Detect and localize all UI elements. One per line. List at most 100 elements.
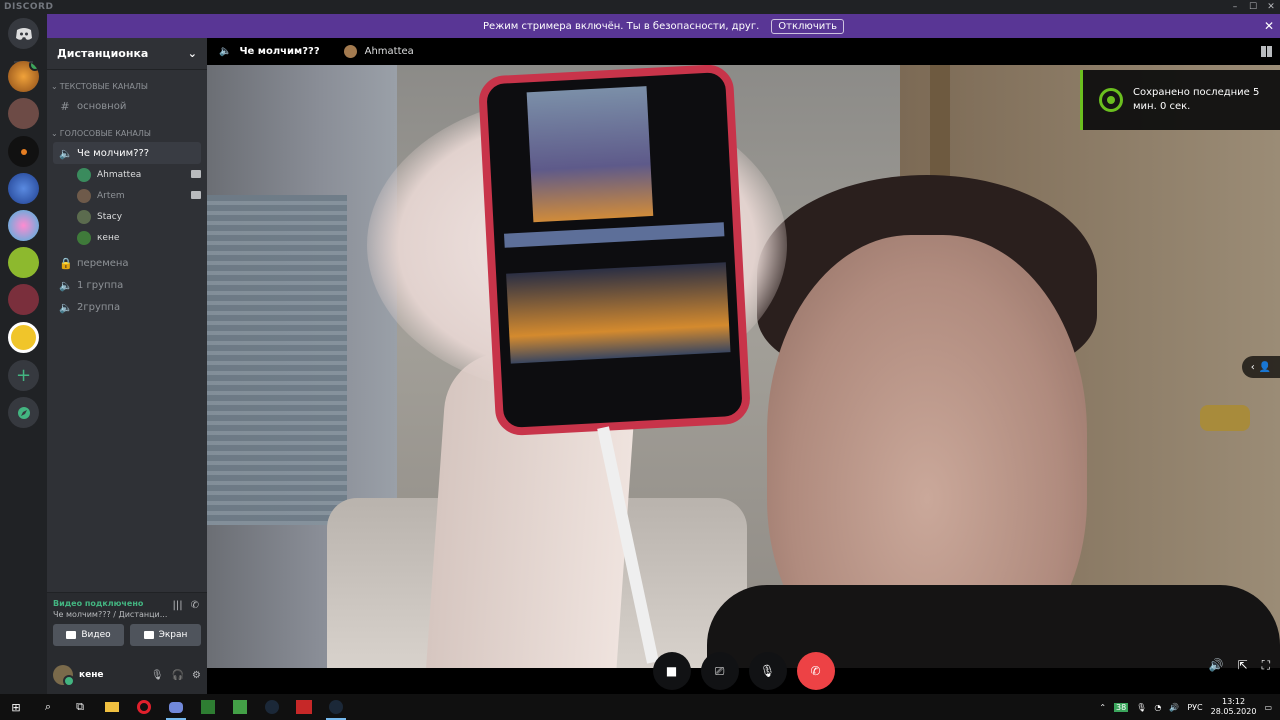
- voice-member[interactable]: Stacy: [77, 206, 201, 227]
- user-panel: кене 🎙 🎧 ⚙: [47, 656, 207, 694]
- banner-close-icon[interactable]: ✕: [1264, 19, 1274, 33]
- video-button[interactable]: Видео: [53, 624, 124, 646]
- avatar: [343, 45, 357, 58]
- video-view-controls: 🔊 ⇱ ⛶: [1209, 658, 1270, 673]
- avatar: [77, 230, 91, 245]
- hang-up-icon: ✆: [810, 664, 821, 678]
- member-name: Ahmattea: [97, 169, 142, 180]
- voice-channels-category[interactable]: ⌄ ГОЛОСОВЫЕ КАНАЛЫ: [51, 129, 207, 138]
- camera-toggle-button[interactable]: ■: [652, 652, 691, 690]
- button-label: Видео: [81, 630, 111, 640]
- close-icon[interactable]: ✕: [1262, 0, 1280, 14]
- soundboard-icon[interactable]: |||: [173, 600, 183, 611]
- home-discord-icon[interactable]: [8, 18, 39, 49]
- gear-icon[interactable]: ⚙: [192, 670, 201, 681]
- headphones-icon[interactable]: 🎧: [172, 670, 184, 681]
- minimize-icon[interactable]: –: [1226, 0, 1244, 14]
- phone-screen-content: [506, 262, 731, 364]
- channel-voice-group2[interactable]: 🔈 2группа: [53, 296, 201, 318]
- video-feed: [207, 65, 1280, 668]
- text-channels-category[interactable]: ⌄ ТЕКСТОВЫЕ КАНАЛЫ: [51, 82, 207, 91]
- steam-icon-2[interactable]: [320, 694, 352, 720]
- channel-label: Че молчим???: [77, 147, 150, 159]
- volume-icon[interactable]: 🔊: [1169, 703, 1179, 712]
- volume-icon[interactable]: 🔊: [1209, 658, 1224, 673]
- hash-icon: #: [60, 99, 70, 113]
- wifi-icon[interactable]: ◔: [1154, 703, 1161, 712]
- connection-channel[interactable]: Че молчим??? / Дистанци...: [53, 610, 201, 619]
- channel-voice-group1[interactable]: 🔈 1 группа: [53, 274, 201, 296]
- voice-member[interactable]: Artem: [77, 185, 201, 206]
- chevron-up-icon[interactable]: ⌃: [1099, 703, 1106, 712]
- server-icon-6[interactable]: [8, 247, 39, 278]
- channel-label: перемена: [77, 257, 129, 269]
- channel-locked[interactable]: 🔒 перемена: [53, 252, 201, 274]
- member-list-toggle[interactable]: ‹ 👤: [1242, 356, 1280, 378]
- server-icon-2[interactable]: [8, 98, 39, 129]
- voice-member[interactable]: кене: [77, 227, 201, 248]
- lock-icon: 🔒: [59, 256, 73, 270]
- avatar[interactable]: [53, 665, 75, 687]
- server-icon-1[interactable]: [8, 61, 39, 92]
- disconnect-icon[interactable]: ✆: [191, 600, 199, 611]
- notifications-icon[interactable]: ▭: [1264, 703, 1272, 712]
- server-icon-8[interactable]: [8, 322, 39, 353]
- app-icon-green-box[interactable]: [224, 694, 256, 720]
- notification-text: Сохранено последние 5 мин. 0 сек.: [1133, 87, 1260, 112]
- avatar: [77, 188, 91, 203]
- server-icon-5[interactable]: [8, 210, 39, 241]
- button-label: Экран: [158, 630, 188, 640]
- date: 28.05.2020: [1210, 707, 1257, 716]
- video-header: 🔈 Че молчим??? Ahmattea: [207, 38, 1280, 65]
- server-icon-4[interactable]: [8, 173, 39, 204]
- category-label: ТЕКСТОВЫЕ КАНАЛЫ: [59, 82, 148, 91]
- explore-compass-icon[interactable]: [8, 397, 39, 428]
- disconnect-button[interactable]: ✆: [796, 652, 835, 690]
- maximize-icon[interactable]: ☐: [1244, 0, 1262, 14]
- steam-icon[interactable]: [256, 694, 288, 720]
- pop-out-icon[interactable]: ⇱: [1238, 658, 1248, 673]
- channel-label: 2группа: [77, 301, 121, 313]
- add-server-icon[interactable]: +: [8, 360, 39, 391]
- file-explorer-icon[interactable]: [96, 694, 128, 720]
- phone: [477, 65, 752, 437]
- voice-channel-title: Че молчим???: [239, 46, 320, 57]
- channel-voice-active[interactable]: 🔈 Че молчим???: [53, 142, 201, 164]
- discord-taskbar-icon[interactable]: [160, 694, 192, 720]
- clock[interactable]: 13:12 28.05.2020: [1211, 697, 1257, 717]
- speaker-icon: 🔈: [59, 146, 73, 160]
- grid-layout-icon[interactable]: [1261, 46, 1272, 57]
- mute-button[interactable]: 🎙: [748, 652, 787, 690]
- channel-text-main[interactable]: # основной: [53, 95, 201, 117]
- camera-icon: [191, 191, 201, 199]
- task-view-icon[interactable]: ⧉: [64, 694, 96, 720]
- user-controls: 🎙 🎧 ⚙: [151, 670, 201, 681]
- server-header[interactable]: Дистанционка ⌄: [47, 38, 207, 70]
- opera-icon[interactable]: [128, 694, 160, 720]
- server-icon-3[interactable]: [8, 136, 39, 167]
- door-handle: [1200, 405, 1250, 431]
- server-icon-7[interactable]: [8, 284, 39, 315]
- search-icon[interactable]: ⌕: [32, 694, 64, 720]
- os-taskbar: ⊞ ⌕ ⧉ ⌃ 38 🎙 ◔ 🔊 РУС 13:12 28.05.2020 ▭: [0, 694, 1280, 720]
- battery-badge[interactable]: 38: [1114, 702, 1129, 712]
- screen-share-toggle-button[interactable]: ⎚: [700, 652, 739, 690]
- video-buttons: Видео Экран: [53, 624, 201, 646]
- member-name: кене: [97, 232, 120, 243]
- microphone-icon[interactable]: 🎙: [1136, 703, 1146, 712]
- microphone-icon[interactable]: 🎙: [151, 670, 164, 681]
- app-icon-64[interactable]: [288, 694, 320, 720]
- phone-screen-image: [526, 86, 654, 223]
- screen-share-button[interactable]: Экран: [130, 624, 201, 646]
- call-controls: ■ ⎚ 🎙 ✆: [207, 648, 1280, 694]
- voice-member[interactable]: Ahmattea: [77, 164, 201, 185]
- language-indicator[interactable]: РУС: [1187, 703, 1202, 712]
- disable-streamer-mode-button[interactable]: Отключить: [771, 18, 844, 34]
- screen-share-icon: ⎚: [714, 663, 725, 678]
- shadowplay-notification: Сохранено последние 5 мин. 0 сек.: [1080, 70, 1280, 130]
- window-controls: – ☐ ✕: [1226, 0, 1280, 14]
- participant-name: Ahmattea: [364, 46, 414, 57]
- app-icon-green-a[interactable]: [192, 694, 224, 720]
- fullscreen-icon[interactable]: ⛶: [1262, 658, 1270, 673]
- windows-start-icon[interactable]: ⊞: [0, 694, 32, 720]
